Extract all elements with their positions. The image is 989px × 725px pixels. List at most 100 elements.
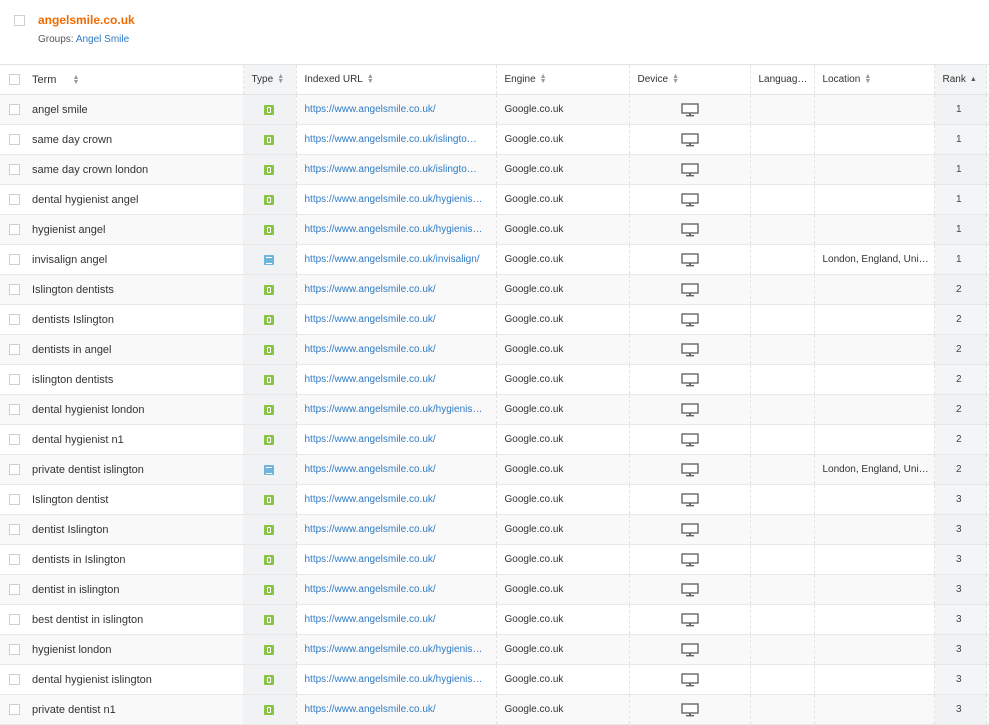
indexed-url-link[interactable]: https://www.angelsmile.co.uk/: [296, 514, 497, 545]
sort-arrows-icon[interactable]: ▲ ▼: [277, 73, 284, 85]
table-row[interactable]: dentists Islington https://www.angelsmile…: [0, 304, 989, 335]
table-row[interactable]: dentist in islington https://www.angelsmi…: [0, 574, 989, 605]
table-row[interactable]: Islington dentists https://www.angelsmile…: [0, 274, 989, 305]
term-cell[interactable]: Islington dentist: [32, 484, 243, 515]
row-checkbox[interactable]: [9, 224, 20, 235]
row-select[interactable]: [0, 364, 32, 395]
row-checkbox[interactable]: [9, 434, 20, 445]
sort-arrows-icon[interactable]: ▲ ▼: [72, 74, 79, 86]
row-checkbox[interactable]: [9, 104, 20, 115]
term-cell[interactable]: dentists Islington: [32, 304, 243, 335]
indexed-url-link[interactable]: https://www.angelsmile.co.uk/: [296, 694, 497, 725]
row-select[interactable]: [0, 514, 32, 545]
indexed-url-link[interactable]: https://www.angelsmile.co.uk/: [296, 94, 497, 125]
term-cell[interactable]: invisalign angel: [32, 244, 243, 275]
row-select[interactable]: [0, 184, 32, 215]
select-all-checkbox[interactable]: [9, 74, 20, 85]
row-checkbox[interactable]: [9, 614, 20, 625]
row-checkbox[interactable]: [9, 164, 20, 175]
group-link[interactable]: Angel Smile: [76, 34, 129, 45]
term-cell[interactable]: hygienist london: [32, 634, 243, 665]
sort-arrows-icon[interactable]: ▲ ▼: [672, 73, 679, 85]
row-checkbox[interactable]: [9, 314, 20, 325]
row-select[interactable]: [0, 124, 32, 155]
row-select[interactable]: [0, 304, 32, 335]
indexed-url-link[interactable]: https://www.angelsmile.co.uk/: [296, 454, 497, 485]
term-cell[interactable]: dental hygienist islington: [32, 664, 243, 695]
indexed-url-link[interactable]: https://www.angelsmile.co.uk/: [296, 274, 497, 305]
sort-arrows-icon[interactable]: ▲ ▼: [367, 73, 374, 85]
table-row[interactable]: islington dentists https://www.angelsmile…: [0, 364, 989, 395]
column-header-term[interactable]: Term ▲ ▼: [32, 64, 244, 95]
table-row[interactable]: private dentist islington https://www.ang…: [0, 454, 989, 485]
term-cell[interactable]: dental hygienist london: [32, 394, 243, 425]
term-cell[interactable]: same day crown: [32, 124, 243, 155]
row-select[interactable]: [0, 214, 32, 245]
table-row[interactable]: dental hygienist angel https://www.angels…: [0, 184, 989, 215]
indexed-url-link[interactable]: https://www.angelsmile.co.uk/islingto…: [296, 124, 497, 155]
term-cell[interactable]: dentists in angel: [32, 334, 243, 365]
row-select[interactable]: [0, 334, 32, 365]
table-row[interactable]: dentists in angel https://www.angelsmile.…: [0, 334, 989, 365]
table-row[interactable]: same day crown https://www.angelsmile.co.…: [0, 124, 989, 155]
indexed-url-link[interactable]: https://www.angelsmile.co.uk/invisalign/: [296, 244, 497, 275]
row-checkbox[interactable]: [9, 254, 20, 265]
indexed-url-link[interactable]: https://www.angelsmile.co.uk/hygienis…: [296, 664, 497, 695]
row-select[interactable]: [0, 574, 32, 605]
row-select[interactable]: [0, 394, 32, 425]
header-select-all[interactable]: [0, 64, 32, 95]
table-row[interactable]: hygienist angel https://www.angelsmile.co…: [0, 214, 989, 245]
table-row[interactable]: hygienist london https://www.angelsmile.c…: [0, 634, 989, 665]
table-row[interactable]: angel smile https://www.angelsmile.co.uk/…: [0, 94, 989, 125]
table-row[interactable]: dental hygienist n1 https://www.angelsmil…: [0, 424, 989, 455]
row-select[interactable]: [0, 634, 32, 665]
term-cell[interactable]: dentists in Islington: [32, 544, 243, 575]
term-cell[interactable]: private dentist islington: [32, 454, 243, 485]
column-header-device[interactable]: Device ▲ ▼: [629, 64, 751, 95]
indexed-url-link[interactable]: https://www.angelsmile.co.uk/: [296, 364, 497, 395]
row-checkbox[interactable]: [9, 704, 20, 715]
row-select[interactable]: [0, 154, 32, 185]
row-checkbox[interactable]: [9, 584, 20, 595]
table-row[interactable]: dentist Islington https://www.angelsmile.…: [0, 514, 989, 545]
term-cell[interactable]: dentist Islington: [32, 514, 243, 545]
indexed-url-link[interactable]: https://www.angelsmile.co.uk/: [296, 424, 497, 455]
indexed-url-link[interactable]: https://www.angelsmile.co.uk/hygienis…: [296, 394, 497, 425]
term-cell[interactable]: Islington dentists: [32, 274, 243, 305]
column-header-rank[interactable]: Rank ▲: [934, 64, 987, 95]
indexed-url-link[interactable]: https://www.angelsmile.co.uk/hygienis…: [296, 634, 497, 665]
column-header-language[interactable]: Languag…: [750, 64, 815, 95]
row-checkbox[interactable]: [9, 284, 20, 295]
row-checkbox[interactable]: [9, 194, 20, 205]
select-project-checkbox[interactable]: [14, 15, 25, 26]
table-row[interactable]: private dentist n1 https://www.angelsmile…: [0, 694, 989, 725]
column-header-type[interactable]: Type ▲ ▼: [243, 64, 297, 95]
row-checkbox[interactable]: [9, 674, 20, 685]
row-select[interactable]: [0, 694, 32, 725]
table-row[interactable]: invisalign angel https://www.angelsmile.c…: [0, 244, 989, 275]
table-row[interactable]: dental hygienist islington https://www.an…: [0, 664, 989, 695]
row-checkbox[interactable]: [9, 344, 20, 355]
indexed-url-link[interactable]: https://www.angelsmile.co.uk/: [296, 334, 497, 365]
term-cell[interactable]: dental hygienist n1: [32, 424, 243, 455]
term-cell[interactable]: dental hygienist angel: [32, 184, 243, 215]
indexed-url-link[interactable]: https://www.angelsmile.co.uk/: [296, 574, 497, 605]
row-checkbox[interactable]: [9, 134, 20, 145]
sort-ascending-icon[interactable]: ▲: [970, 76, 977, 83]
row-select[interactable]: [0, 604, 32, 635]
column-header-engine[interactable]: Engine ▲ ▼: [496, 64, 630, 95]
indexed-url-link[interactable]: https://www.angelsmile.co.uk/: [296, 304, 497, 335]
term-cell[interactable]: best dentist in islington: [32, 604, 243, 635]
row-checkbox[interactable]: [9, 524, 20, 535]
table-row[interactable]: Islington dentist https://www.angelsmile.…: [0, 484, 989, 515]
term-cell[interactable]: same day crown london: [32, 154, 243, 185]
term-cell[interactable]: islington dentists: [32, 364, 243, 395]
indexed-url-link[interactable]: https://www.angelsmile.co.uk/: [296, 544, 497, 575]
column-header-indexed-url[interactable]: Indexed URL ▲ ▼: [296, 64, 497, 95]
table-row[interactable]: same day crown london https://www.angelsm…: [0, 154, 989, 185]
sort-arrows-icon[interactable]: ▲ ▼: [540, 73, 547, 85]
row-select[interactable]: [0, 94, 32, 125]
indexed-url-link[interactable]: https://www.angelsmile.co.uk/: [296, 484, 497, 515]
indexed-url-link[interactable]: https://www.angelsmile.co.uk/: [296, 604, 497, 635]
row-checkbox[interactable]: [9, 644, 20, 655]
